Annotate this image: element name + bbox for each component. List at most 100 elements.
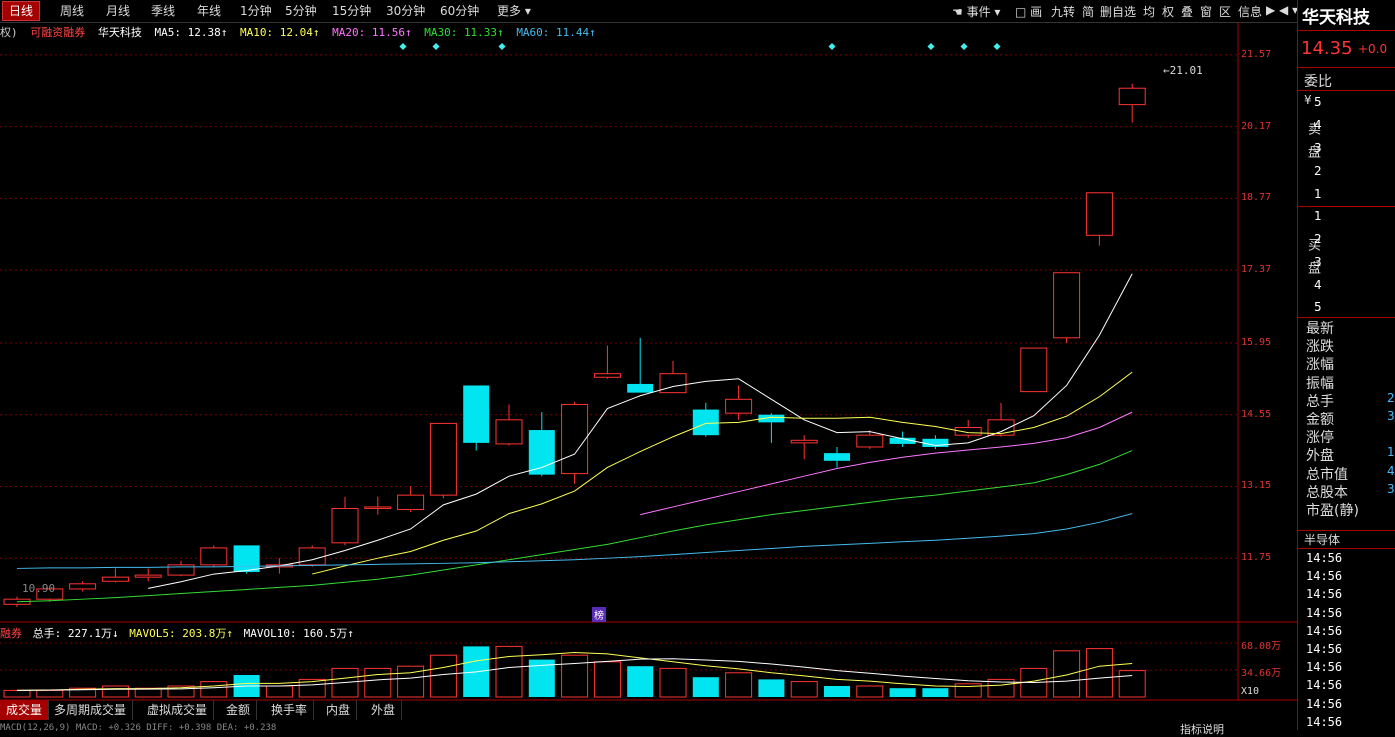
sell-level-2: 2 [1314, 164, 1322, 178]
volume-bar [561, 654, 589, 698]
volume-bar [692, 677, 719, 697]
volume-legend: 融券 总手: 227.1万↓ MAVOL5: 203.8万↑ MAVOL10: … [0, 625, 354, 641]
tab-amount[interactable]: 金额 [220, 700, 258, 720]
stock-title: 华天科技 [1302, 8, 1370, 28]
candle-body [725, 398, 753, 414]
candle [69, 581, 97, 592]
candle [659, 360, 687, 394]
tab-turnover[interactable]: 换手率 [265, 700, 315, 720]
tab-inner[interactable]: 内盘 [320, 700, 358, 720]
candle-body [331, 507, 359, 544]
candle-body [69, 583, 97, 590]
buy-level-5: 5 [1314, 300, 1322, 314]
sell-level-5: 5 [1314, 95, 1322, 109]
volume-bar [627, 666, 654, 697]
rank-badge[interactable]: 榜 [592, 607, 606, 622]
candle-body [101, 576, 129, 582]
candle-body [1053, 272, 1081, 339]
volume-bar [364, 667, 392, 698]
quote-label: 金额 [1306, 412, 1334, 428]
sector-label[interactable]: 半导体 [1304, 531, 1340, 548]
price-axis-label: 13.15 [1241, 480, 1272, 492]
candle-body [429, 422, 457, 496]
buy-level-2: 2 [1314, 232, 1322, 246]
candle [429, 422, 457, 499]
vol-multiplier: X10 [1241, 686, 1260, 697]
candle [1118, 83, 1146, 123]
quote-value: 4 [1387, 463, 1395, 478]
volume-bar [824, 686, 850, 697]
candle-body [298, 547, 326, 566]
vol-axis-mid: 34.66万 [1241, 668, 1282, 679]
current-price: 14.35 [1301, 38, 1353, 59]
volume-bar [3, 689, 31, 698]
volume-bar [758, 679, 785, 697]
buy-level-3: 3 [1314, 255, 1322, 269]
quote-value: 1 [1387, 445, 1395, 460]
quote-value: 3 [1387, 481, 1395, 496]
tick-time: 14:56 [1306, 623, 1343, 638]
buy-level-1: 1 [1314, 209, 1322, 223]
volume-bar [1085, 648, 1113, 698]
event-marker [399, 42, 407, 51]
weibi-label: 委比 [1304, 74, 1332, 90]
mavol10-label: MAVOL10: 160.5万↑ [243, 627, 354, 640]
volume-bar [397, 665, 425, 698]
volume-bar [429, 654, 457, 698]
tick-time: 14:56 [1306, 696, 1343, 711]
candle [692, 402, 719, 437]
candle-body [593, 373, 621, 378]
volume-bar [265, 685, 293, 698]
candle-body [692, 409, 719, 436]
candle-body [134, 574, 162, 578]
tick-time: 14:56 [1306, 551, 1343, 565]
quote-label: 总手 [1306, 393, 1334, 410]
volume-bar [200, 681, 228, 698]
candle-body [463, 385, 490, 443]
candle [331, 496, 359, 546]
candle [561, 401, 589, 484]
tab-virtual-volume[interactable]: 虚拟成交量 [141, 700, 215, 720]
volume-bar [101, 685, 129, 698]
candle-body [856, 434, 884, 448]
total-volume-label: 总手: 227.1万↓ [32, 627, 119, 640]
indicator-help-link[interactable]: 指标说明 [1180, 721, 1224, 737]
quote-label: 外盘 [1306, 448, 1334, 465]
event-marker [432, 42, 440, 51]
vol-axis-high: 68.08万 [1241, 641, 1282, 652]
volume-bar [889, 688, 916, 697]
candle [463, 385, 490, 451]
volume-bar [36, 689, 64, 698]
sell-level-3: 3 [1314, 141, 1322, 155]
candle-body [1085, 192, 1113, 236]
volume-bar [856, 685, 884, 698]
candle [790, 435, 818, 460]
volume-bar [1118, 670, 1146, 698]
event-marker [828, 42, 836, 51]
volume-bar [1053, 650, 1081, 698]
candle-body [233, 545, 260, 573]
quote-label: 涨跌 [1306, 339, 1334, 356]
candle [725, 385, 753, 420]
candle [922, 435, 949, 450]
tick-time: 14:56 [1306, 642, 1343, 656]
candle [167, 560, 195, 577]
candle [593, 345, 621, 379]
candle [200, 545, 228, 567]
quote-label: 涨停 [1306, 430, 1334, 447]
price-change: +0.0 [1358, 42, 1388, 56]
price-axis-label: 20.17 [1241, 120, 1272, 132]
quote-label: 总市值 [1306, 466, 1348, 483]
tab-volume[interactable]: 成交量 [0, 700, 50, 720]
candle [856, 430, 884, 450]
tab-outer[interactable]: 外盘 [365, 700, 403, 720]
tick-time: 14:56 [1306, 605, 1343, 620]
low-price-annotation: 10.90 [22, 582, 56, 595]
candle [397, 486, 425, 513]
candle [627, 337, 654, 393]
quote-label: 总股本 [1306, 484, 1348, 501]
candle-body [824, 453, 850, 461]
tab-multi-period-volume[interactable]: 多周期成交量 [48, 700, 134, 720]
macd-legend: MACD(12,26,9) MACD: +0.326 DIFF: +0.398 … [0, 723, 277, 733]
kline-chart[interactable] [0, 0, 1297, 730]
